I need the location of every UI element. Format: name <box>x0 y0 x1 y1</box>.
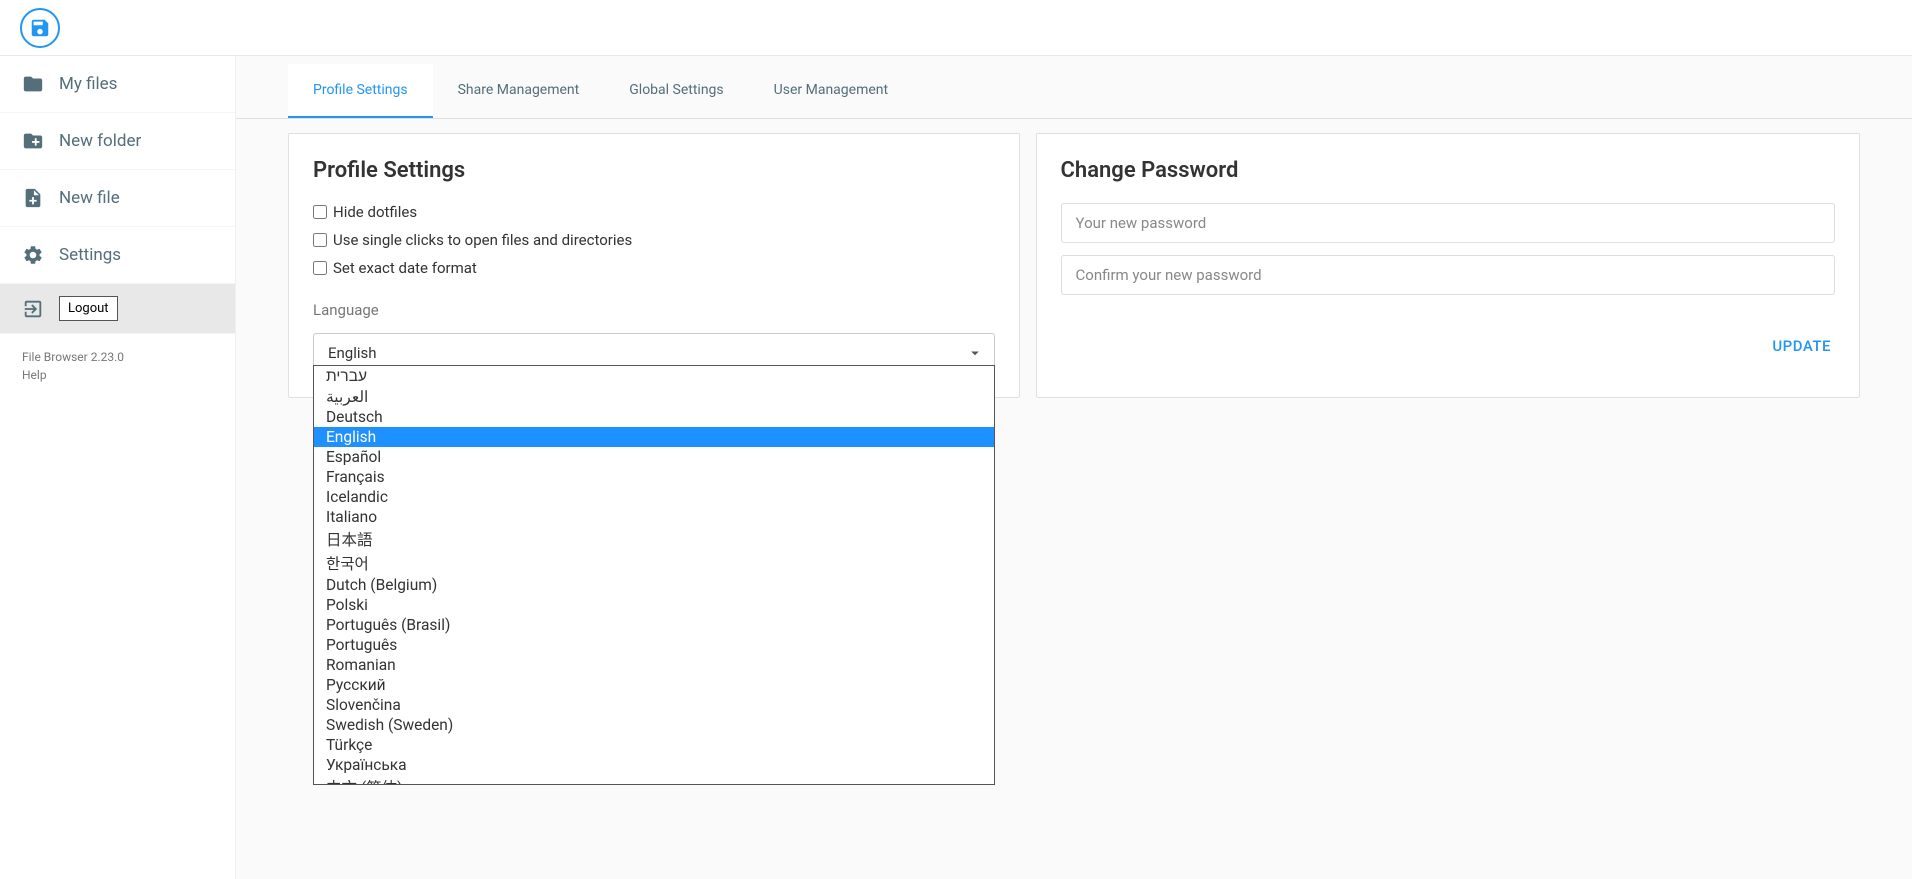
language-option[interactable]: Português <box>314 635 994 655</box>
language-option[interactable]: Português (Brasil) <box>314 615 994 635</box>
change-password-title: Change Password <box>1061 158 1835 183</box>
language-dropdown[interactable]: עבריתالعربيةDeutschEnglishEspañolFrançai… <box>313 365 995 785</box>
sidebar-item-label: New folder <box>59 131 141 151</box>
language-option[interactable]: Русский <box>314 675 994 695</box>
hide-dotfiles-row[interactable]: Hide dotfiles <box>313 203 995 221</box>
tab-share-management[interactable]: Share Management <box>433 64 605 118</box>
language-option[interactable]: Swedish (Sweden) <box>314 715 994 735</box>
logout-button[interactable]: Logout <box>59 296 118 321</box>
sidebar-item-new-folder[interactable]: New folder <box>0 113 235 170</box>
sidebar-item-label: My files <box>59 74 117 94</box>
change-password-card: Change Password UPDATE <box>1036 133 1860 398</box>
content-area: Profile Settings Share Management Global… <box>236 56 1912 879</box>
language-option[interactable]: Español <box>314 447 994 467</box>
app-logo[interactable] <box>20 8 60 48</box>
single-click-label: Use single clicks to open files and dire… <box>333 231 632 249</box>
language-option[interactable]: Icelandic <box>314 487 994 507</box>
sidebar-footer: File Browser 2.23.0 Help <box>0 334 235 398</box>
tabs-bar: Profile Settings Share Management Global… <box>236 56 1912 119</box>
language-option[interactable]: עברית <box>314 366 994 387</box>
save-disk-icon <box>29 17 51 39</box>
sidebar-item-label: Settings <box>59 245 121 265</box>
sidebar-item-new-file[interactable]: New file <box>0 170 235 227</box>
profile-settings-card: Profile Settings Hide dotfiles Use singl… <box>288 133 1020 398</box>
single-click-checkbox[interactable] <box>313 233 327 247</box>
exact-date-label: Set exact date format <box>333 259 477 277</box>
settings-icon <box>22 244 44 266</box>
create-folder-icon <box>22 130 44 152</box>
language-option[interactable]: العربية <box>314 387 994 407</box>
exact-date-row[interactable]: Set exact date format <box>313 259 995 277</box>
hide-dotfiles-label: Hide dotfiles <box>333 203 417 221</box>
language-option[interactable]: Deutsch <box>314 407 994 427</box>
sidebar-item-label: New file <box>59 188 120 208</box>
language-option[interactable]: English <box>314 427 994 447</box>
language-option[interactable]: Français <box>314 467 994 487</box>
sidebar-item-my-files[interactable]: My files <box>0 56 235 113</box>
language-label: Language <box>313 301 995 319</box>
note-add-icon <box>22 187 44 209</box>
profile-settings-title: Profile Settings <box>313 158 995 183</box>
tab-profile-settings[interactable]: Profile Settings <box>288 64 433 118</box>
language-option[interactable]: 日本語 <box>314 527 994 551</box>
tab-global-settings[interactable]: Global Settings <box>604 64 748 118</box>
folder-icon <box>22 73 44 95</box>
language-option[interactable]: Українська <box>314 755 994 775</box>
language-option[interactable]: 中文 (简体) <box>314 775 994 785</box>
language-option[interactable]: Italiano <box>314 507 994 527</box>
logout-icon <box>22 298 44 320</box>
confirm-password-input[interactable] <box>1061 255 1835 295</box>
language-option[interactable]: Polski <box>314 595 994 615</box>
single-click-row[interactable]: Use single clicks to open files and dire… <box>313 231 995 249</box>
header <box>0 0 1912 56</box>
help-link[interactable]: Help <box>22 366 213 384</box>
sidebar: My files New folder New file Settings Lo… <box>0 56 236 879</box>
version-text: File Browser 2.23.0 <box>22 348 213 366</box>
new-password-input[interactable] <box>1061 203 1835 243</box>
language-option[interactable]: 한국어 <box>314 551 994 575</box>
update-button[interactable]: UPDATE <box>1768 331 1835 361</box>
tab-user-management[interactable]: User Management <box>749 64 913 118</box>
sidebar-item-logout[interactable]: Logout <box>0 284 235 334</box>
language-option[interactable]: Dutch (Belgium) <box>314 575 994 595</box>
exact-date-checkbox[interactable] <box>313 261 327 275</box>
language-option[interactable]: Slovenčina <box>314 695 994 715</box>
hide-dotfiles-checkbox[interactable] <box>313 205 327 219</box>
language-option[interactable]: Romanian <box>314 655 994 675</box>
language-option[interactable]: Türkçe <box>314 735 994 755</box>
sidebar-item-settings[interactable]: Settings <box>0 227 235 284</box>
